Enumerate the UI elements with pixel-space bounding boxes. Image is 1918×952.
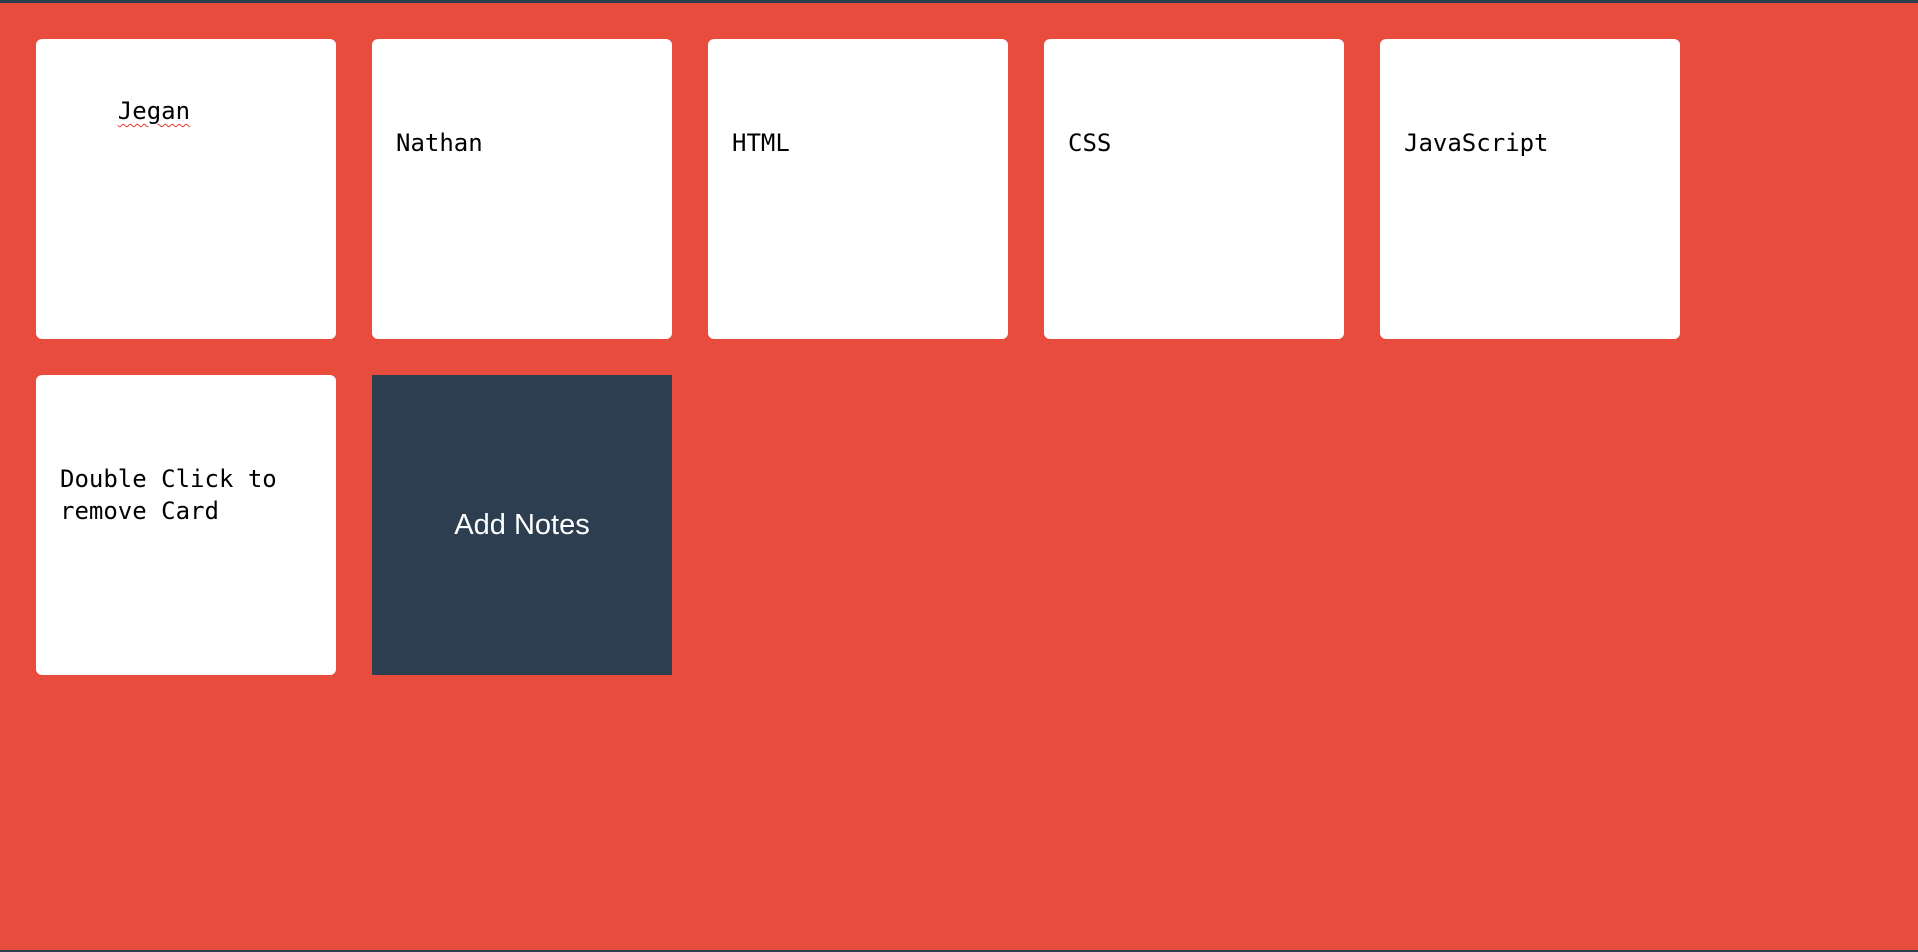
note-card[interactable]: Nathan [372,39,672,339]
note-text[interactable]: JavaScript [1404,127,1656,159]
note-text[interactable]: CSS [1068,127,1320,159]
note-card[interactable]: Double Click to remove Card [36,375,336,675]
note-text[interactable]: Double Click to remove Card [60,463,312,527]
note-text[interactable]: Jegan [118,97,190,125]
note-card[interactable]: JavaScript [1380,39,1680,339]
note-card[interactable]: CSS [1044,39,1344,339]
note-text[interactable]: HTML [732,127,984,159]
note-card[interactable]: Jegan [36,39,336,339]
note-card[interactable]: HTML [708,39,1008,339]
note-text[interactable]: Nathan [396,127,648,159]
notes-board: Jegan Nathan HTML CSS JavaScript Double … [36,39,1756,675]
add-notes-button[interactable]: Add Notes [372,375,672,675]
